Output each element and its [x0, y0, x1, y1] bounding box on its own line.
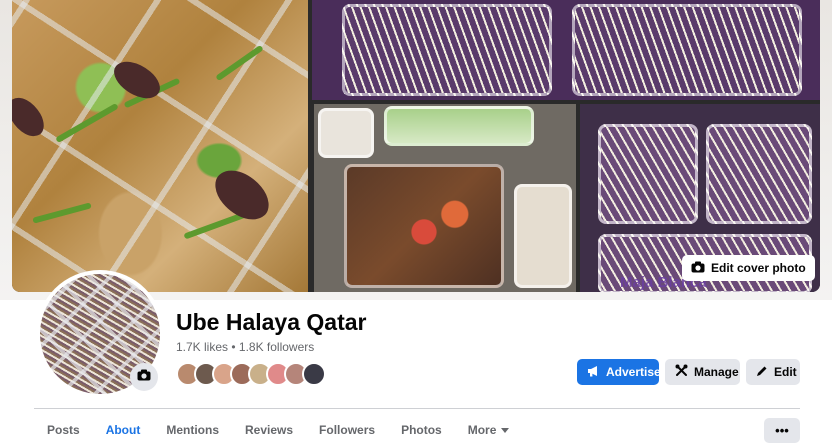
camera-icon — [137, 368, 151, 386]
manage-label: Manage — [694, 365, 739, 379]
cover-image-stew-containers — [12, 0, 308, 292]
edit-cover-photo-button[interactable]: Edit cover photo — [682, 255, 815, 281]
update-profile-picture-button[interactable] — [130, 363, 158, 391]
more-options-button[interactable]: ••• — [764, 418, 800, 443]
edit-label: Edit — [774, 365, 797, 379]
cover-photo[interactable]: Maja Blanca — [12, 0, 820, 292]
edit-cover-photo-label: Edit cover photo — [711, 261, 806, 275]
page-tabs: Posts About Mentions Reviews Followers P… — [34, 413, 522, 446]
tab-about[interactable]: About — [93, 413, 154, 446]
tab-reviews[interactable]: Reviews — [232, 413, 306, 446]
tab-mentions[interactable]: Mentions — [153, 413, 232, 446]
tab-label: About — [105, 422, 141, 437]
tools-icon — [675, 364, 688, 380]
header-divider — [34, 408, 800, 409]
advertise-button[interactable]: Advertise — [577, 359, 661, 385]
tab-label: Photos — [401, 422, 442, 437]
follower-avatars[interactable] — [176, 362, 326, 386]
cover-image-menudo-trays — [314, 104, 576, 292]
tab-label: More — [467, 422, 497, 437]
tab-label: Posts — [47, 422, 80, 437]
megaphone-icon — [587, 365, 600, 380]
avatar[interactable] — [302, 362, 326, 386]
tab-label: Reviews — [245, 422, 294, 437]
manage-button[interactable]: Manage — [665, 359, 740, 385]
pencil-icon — [756, 365, 768, 380]
tab-posts[interactable]: Posts — [34, 413, 93, 446]
caret-down-icon — [501, 423, 510, 437]
tab-more[interactable]: More — [455, 413, 523, 446]
edit-button[interactable]: Edit — [746, 359, 800, 385]
cover-image-ube-tubs — [312, 0, 820, 100]
tab-followers[interactable]: Followers — [306, 413, 388, 446]
tab-label: Followers — [319, 422, 376, 437]
camera-icon — [691, 261, 705, 276]
page-root: Maja Blanca Edit cover photo Ube Halaya … — [0, 0, 832, 446]
advertise-label: Advertise — [606, 365, 661, 379]
tab-label: Mentions — [166, 422, 220, 437]
tab-photos[interactable]: Photos — [388, 413, 455, 446]
page-stats[interactable]: 1.7K likes • 1.8K followers — [176, 340, 314, 354]
page-title: Ube Halaya Qatar — [176, 309, 367, 335]
